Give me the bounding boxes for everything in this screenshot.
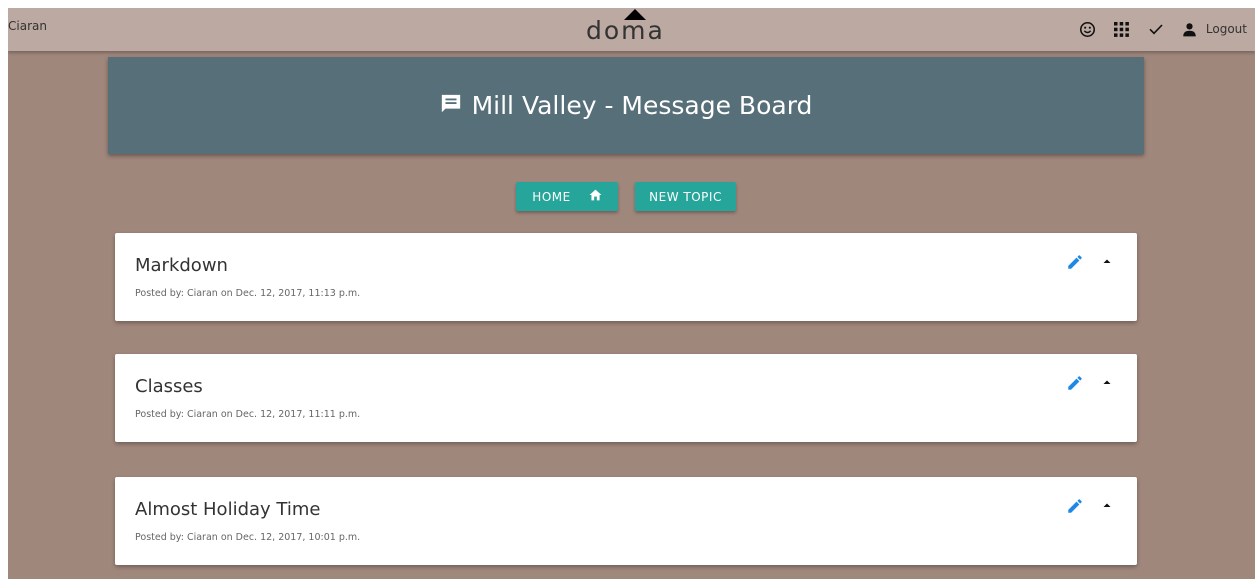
logout-link[interactable]: Logout xyxy=(1206,22,1247,36)
smiley-icon[interactable] xyxy=(1078,19,1098,39)
top-navbar: Ciaran doma Logout xyxy=(8,8,1255,51)
home-icon xyxy=(589,189,602,204)
nav-right-group: Logout xyxy=(1064,17,1247,41)
topic-card[interactable]: Markdown Posted by: Ciaran on Dec. 12, 2… xyxy=(115,233,1137,321)
app-screen: Ciaran doma Logout Mill Valley - Message… xyxy=(8,8,1255,579)
collapse-caret-icon[interactable] xyxy=(1099,253,1115,273)
topic-title[interactable]: Markdown xyxy=(135,255,228,276)
doma-logo[interactable]: doma xyxy=(586,8,676,51)
logo-text: doma xyxy=(586,16,665,45)
edit-pencil-icon[interactable] xyxy=(1066,497,1086,517)
edit-pencil-icon[interactable] xyxy=(1066,253,1086,273)
new-topic-button[interactable]: NEW TOPIC xyxy=(635,182,736,211)
topic-card[interactable]: Classes Posted by: Ciaran on Dec. 12, 20… xyxy=(115,354,1137,442)
person-icon[interactable] xyxy=(1180,19,1200,39)
edit-pencil-icon[interactable] xyxy=(1066,374,1086,394)
check-icon[interactable] xyxy=(1146,19,1166,39)
collapse-caret-icon[interactable] xyxy=(1099,374,1115,394)
home-button-label: HOME xyxy=(532,189,571,204)
topic-title[interactable]: Classes xyxy=(135,376,203,397)
topic-posted-by: Posted by: Ciaran on Dec. 12, 2017, 11:1… xyxy=(135,409,361,420)
nav-username[interactable]: Ciaran xyxy=(8,19,47,33)
new-topic-button-label: NEW TOPIC xyxy=(649,189,722,204)
topic-card[interactable]: Almost Holiday Time Posted by: Ciaran on… xyxy=(115,477,1137,565)
topic-posted-by: Posted by: Ciaran on Dec. 12, 2017, 11:1… xyxy=(135,288,361,299)
apps-grid-icon[interactable] xyxy=(1112,19,1132,39)
message-icon xyxy=(440,93,462,119)
board-header-banner: Mill Valley - Message Board xyxy=(108,57,1144,154)
topic-posted-by: Posted by: Ciaran on Dec. 12, 2017, 10:0… xyxy=(135,532,361,543)
collapse-caret-icon[interactable] xyxy=(1099,497,1115,517)
topic-title[interactable]: Almost Holiday Time xyxy=(135,499,320,520)
home-button[interactable]: HOME xyxy=(516,182,618,211)
page-title: Mill Valley - Message Board xyxy=(471,91,813,120)
